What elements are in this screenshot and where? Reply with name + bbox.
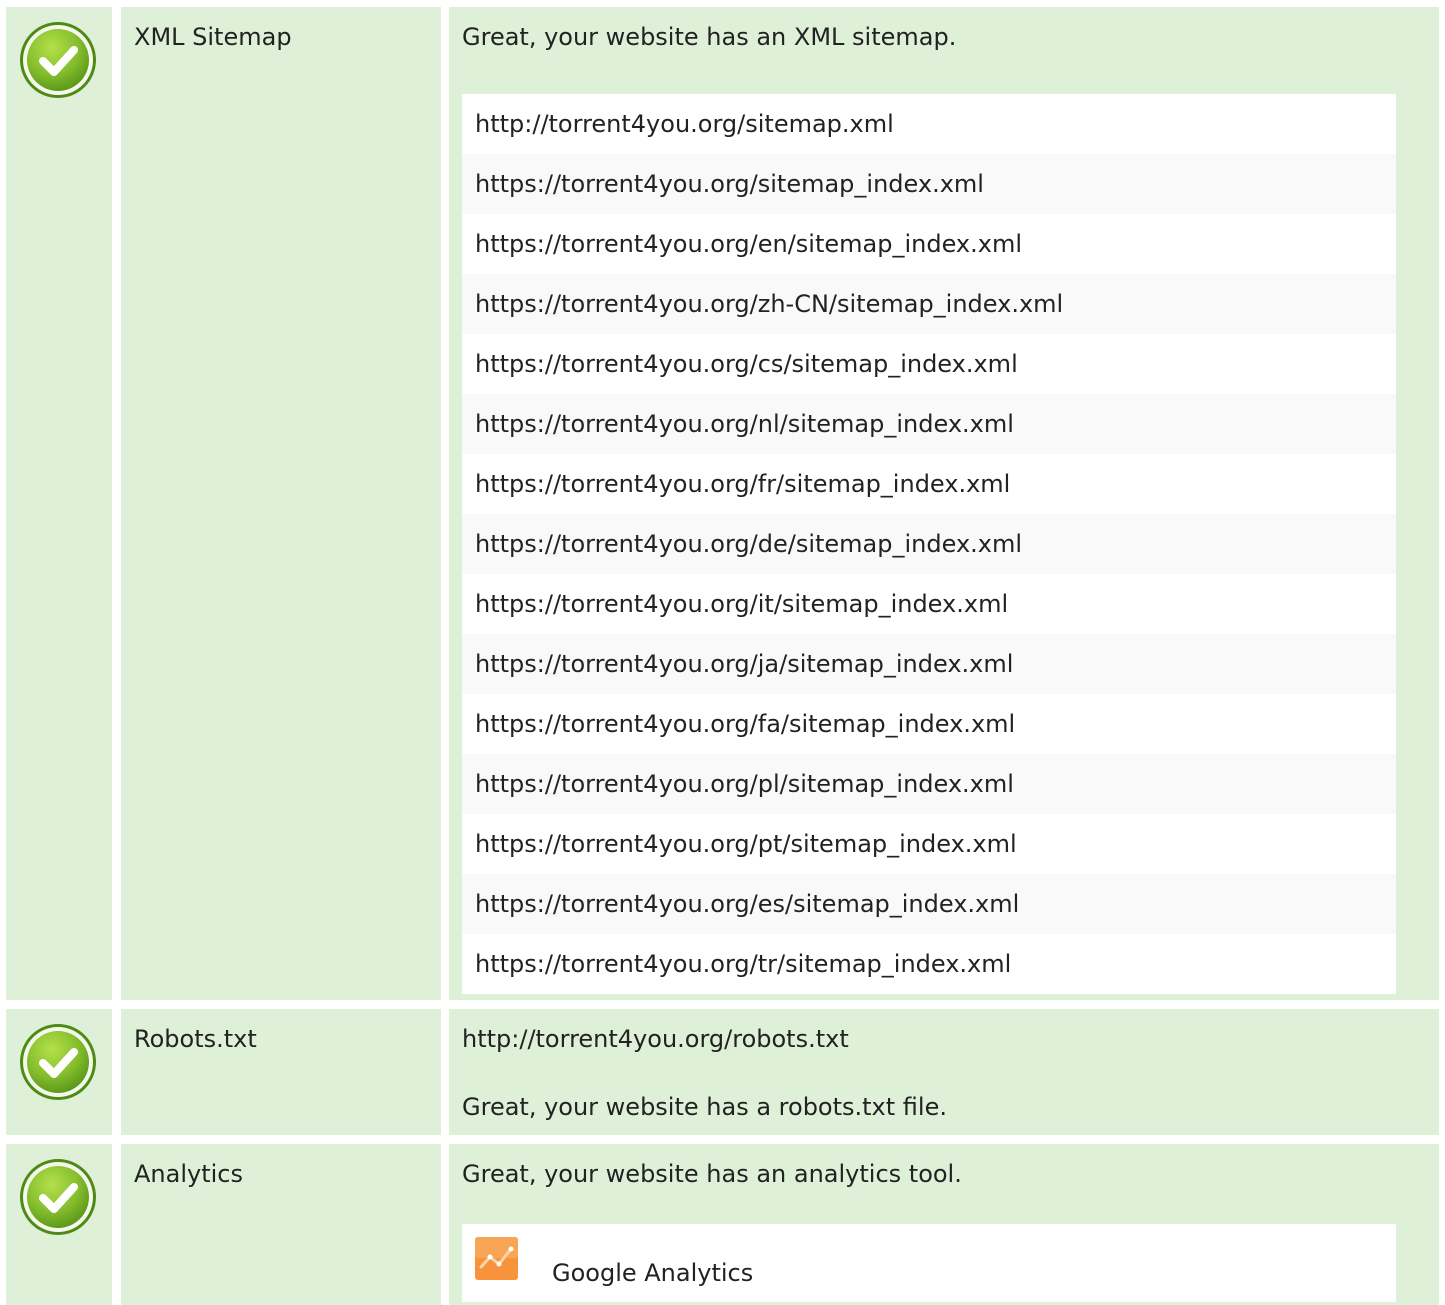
status-cell bbox=[6, 1144, 112, 1305]
check-content-cell: Great, your website has an analytics too… bbox=[449, 1144, 1439, 1305]
sitemap-url: https://torrent4you.org/cs/sitemap_index… bbox=[462, 334, 1396, 394]
check-circle-icon bbox=[18, 20, 98, 100]
analytics-tool-item: Google Analytics bbox=[462, 1224, 1396, 1302]
robots-url: http://torrent4you.org/robots.txt bbox=[462, 1025, 849, 1053]
check-content-cell: http://torrent4you.org/robots.txt Great,… bbox=[449, 1009, 1439, 1135]
check-label: Analytics bbox=[134, 1160, 243, 1188]
analytics-tool-name: Google Analytics bbox=[552, 1259, 754, 1287]
sitemap-url: https://torrent4you.org/fa/sitemap_index… bbox=[462, 694, 1396, 754]
status-cell bbox=[6, 1009, 112, 1135]
sitemap-url: https://torrent4you.org/nl/sitemap_index… bbox=[462, 394, 1396, 454]
sitemap-url: https://torrent4you.org/fr/sitemap_index… bbox=[462, 454, 1396, 514]
sitemap-url: https://torrent4you.org/ja/sitemap_index… bbox=[462, 634, 1396, 694]
sitemap-url: https://torrent4you.org/it/sitemap_index… bbox=[462, 574, 1396, 634]
check-content-cell: Great, your website has an XML sitemap. … bbox=[449, 7, 1439, 1000]
check-circle-icon bbox=[18, 1022, 98, 1102]
sitemap-url: https://torrent4you.org/pl/sitemap_index… bbox=[462, 754, 1396, 814]
check-message: Great, your website has an XML sitemap. bbox=[462, 23, 957, 51]
sitemap-url: https://torrent4you.org/de/sitemap_index… bbox=[462, 514, 1396, 574]
check-row-robots: Robots.txt http://torrent4you.org/robots… bbox=[0, 1009, 1445, 1135]
check-label-cell: Analytics bbox=[121, 1144, 441, 1305]
sitemap-url: https://torrent4you.org/zh-CN/sitemap_in… bbox=[462, 274, 1396, 334]
sitemap-url: https://torrent4you.org/tr/sitemap_index… bbox=[462, 934, 1396, 994]
check-label-cell: XML Sitemap bbox=[121, 7, 441, 1000]
sitemap-url: https://torrent4you.org/sitemap_index.xm… bbox=[462, 154, 1396, 214]
sitemap-url: http://torrent4you.org/sitemap.xml bbox=[462, 94, 1396, 154]
check-label-cell: Robots.txt bbox=[121, 1009, 441, 1135]
sitemap-url: https://torrent4you.org/pt/sitemap_index… bbox=[462, 814, 1396, 874]
google-analytics-icon bbox=[475, 1237, 518, 1280]
check-label: XML Sitemap bbox=[134, 23, 292, 51]
check-circle-icon bbox=[18, 1157, 98, 1237]
check-message: Great, your website has a robots.txt fil… bbox=[462, 1093, 947, 1121]
check-row-xml-sitemap: XML Sitemap Great, your website has an X… bbox=[0, 7, 1445, 1000]
sitemap-url: https://torrent4you.org/es/sitemap_index… bbox=[462, 874, 1396, 934]
check-row-analytics: Analytics Great, your website has an ana… bbox=[0, 1144, 1445, 1305]
check-label: Robots.txt bbox=[134, 1025, 257, 1053]
status-cell bbox=[6, 7, 112, 1000]
check-message: Great, your website has an analytics too… bbox=[462, 1160, 962, 1188]
sitemap-url-list: http://torrent4you.org/sitemap.xml https… bbox=[462, 94, 1396, 994]
sitemap-url: https://torrent4you.org/en/sitemap_index… bbox=[462, 214, 1396, 274]
